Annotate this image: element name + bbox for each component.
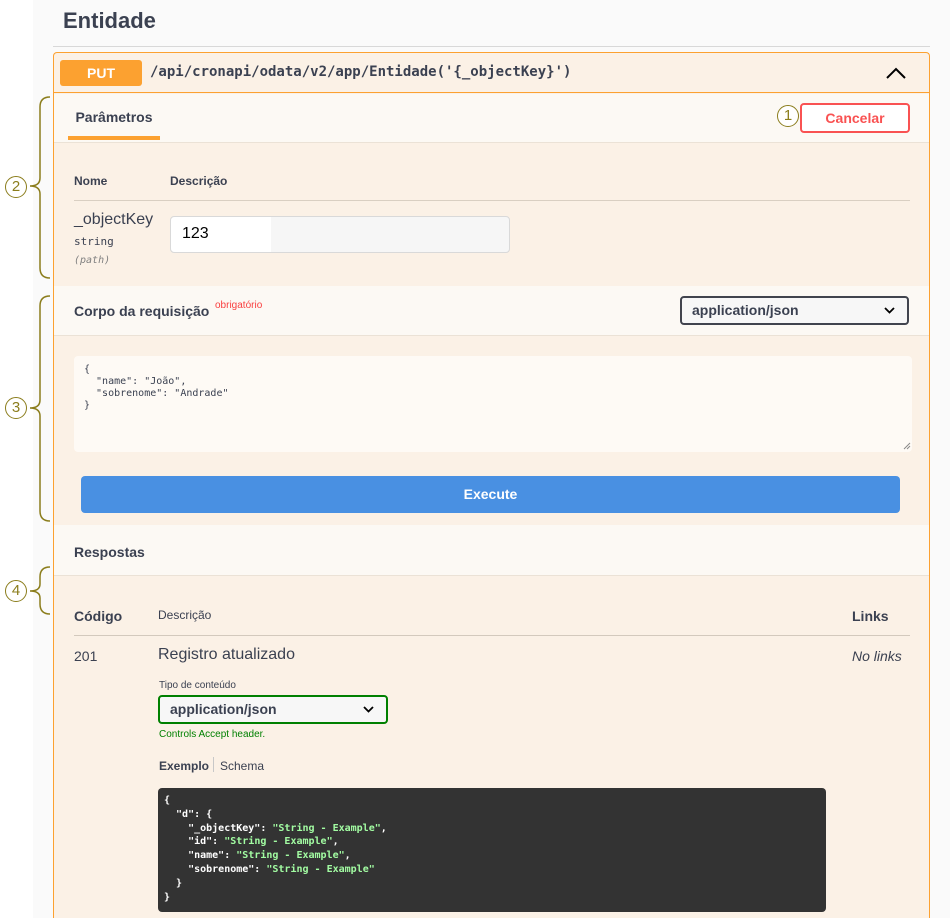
response-column-description: Descrição <box>158 608 212 622</box>
cancel-button[interactable]: Cancelar <box>800 103 910 133</box>
param-name: _objectKey <box>74 211 154 228</box>
response-content-type-select[interactable]: application/json <box>158 695 388 724</box>
column-header-name: Nome <box>74 174 108 188</box>
column-header-description: Descrição <box>170 174 228 188</box>
response-column-code: Código <box>74 608 123 624</box>
resize-handle-icon[interactable] <box>903 442 911 450</box>
response-content-type-value: application/json <box>170 701 277 717</box>
chevron-down-icon <box>884 307 895 314</box>
tab-example[interactable]: Exemplo <box>159 759 209 773</box>
tab-parameters[interactable]: Parâmetros <box>68 94 160 140</box>
request-content-type-value: application/json <box>692 302 799 318</box>
title-divider <box>53 46 930 47</box>
execute-button[interactable]: Execute <box>81 476 900 513</box>
response-links: No links <box>852 648 902 664</box>
controls-accept-note: Controls Accept header. <box>159 729 266 740</box>
response-example-code: { "d": { "_objectKey": "String - Example… <box>158 788 826 912</box>
chevron-down-icon <box>363 706 374 713</box>
response-description: Registro atualizado <box>158 646 295 663</box>
param-location: (path) <box>74 255 111 266</box>
request-content-type-select[interactable]: application/json <box>680 296 909 325</box>
responses-header: Respostas <box>54 525 929 576</box>
object-key-value[interactable]: 123 <box>182 225 209 243</box>
param-type: string <box>74 235 114 248</box>
method-badge: PUT <box>60 60 142 86</box>
response-column-links: Links <box>852 608 889 624</box>
responses-divider <box>74 635 910 636</box>
parameters-divider <box>74 200 910 201</box>
content-type-label: Tipo de conteúdo <box>159 680 236 691</box>
operation-path: /api/cronapi/odata/v2/app/Entidade('{_ob… <box>150 64 572 80</box>
collapse-button[interactable] <box>876 61 916 85</box>
annotation-marker-3: 3 <box>5 397 27 419</box>
annotation-brackets <box>29 96 51 615</box>
tab-separator <box>213 757 214 772</box>
annotation-marker-4: 4 <box>5 580 27 602</box>
required-mark: obrigatório <box>215 300 263 311</box>
section-title[interactable]: Entidade <box>63 8 156 34</box>
operation-block-put: PUT /api/cronapi/odata/v2/app/Entidade('… <box>53 52 930 918</box>
tab-schema[interactable]: Schema <box>220 759 264 773</box>
request-body-header: Corpo da requisição obrigatório applicat… <box>54 286 929 336</box>
request-body-label: Corpo da requisição <box>74 303 210 319</box>
responses-label: Respostas <box>74 544 145 560</box>
annotation-marker-2: 2 <box>5 176 27 198</box>
operation-summary[interactable]: PUT /api/cronapi/odata/v2/app/Entidade('… <box>54 53 929 93</box>
response-code: 201 <box>74 648 98 664</box>
request-body-textarea[interactable]: { "name": "João", "sobrenome": "Andrade"… <box>74 356 912 452</box>
annotation-marker-1: 1 <box>777 105 799 127</box>
chevron-up-icon <box>886 67 906 79</box>
